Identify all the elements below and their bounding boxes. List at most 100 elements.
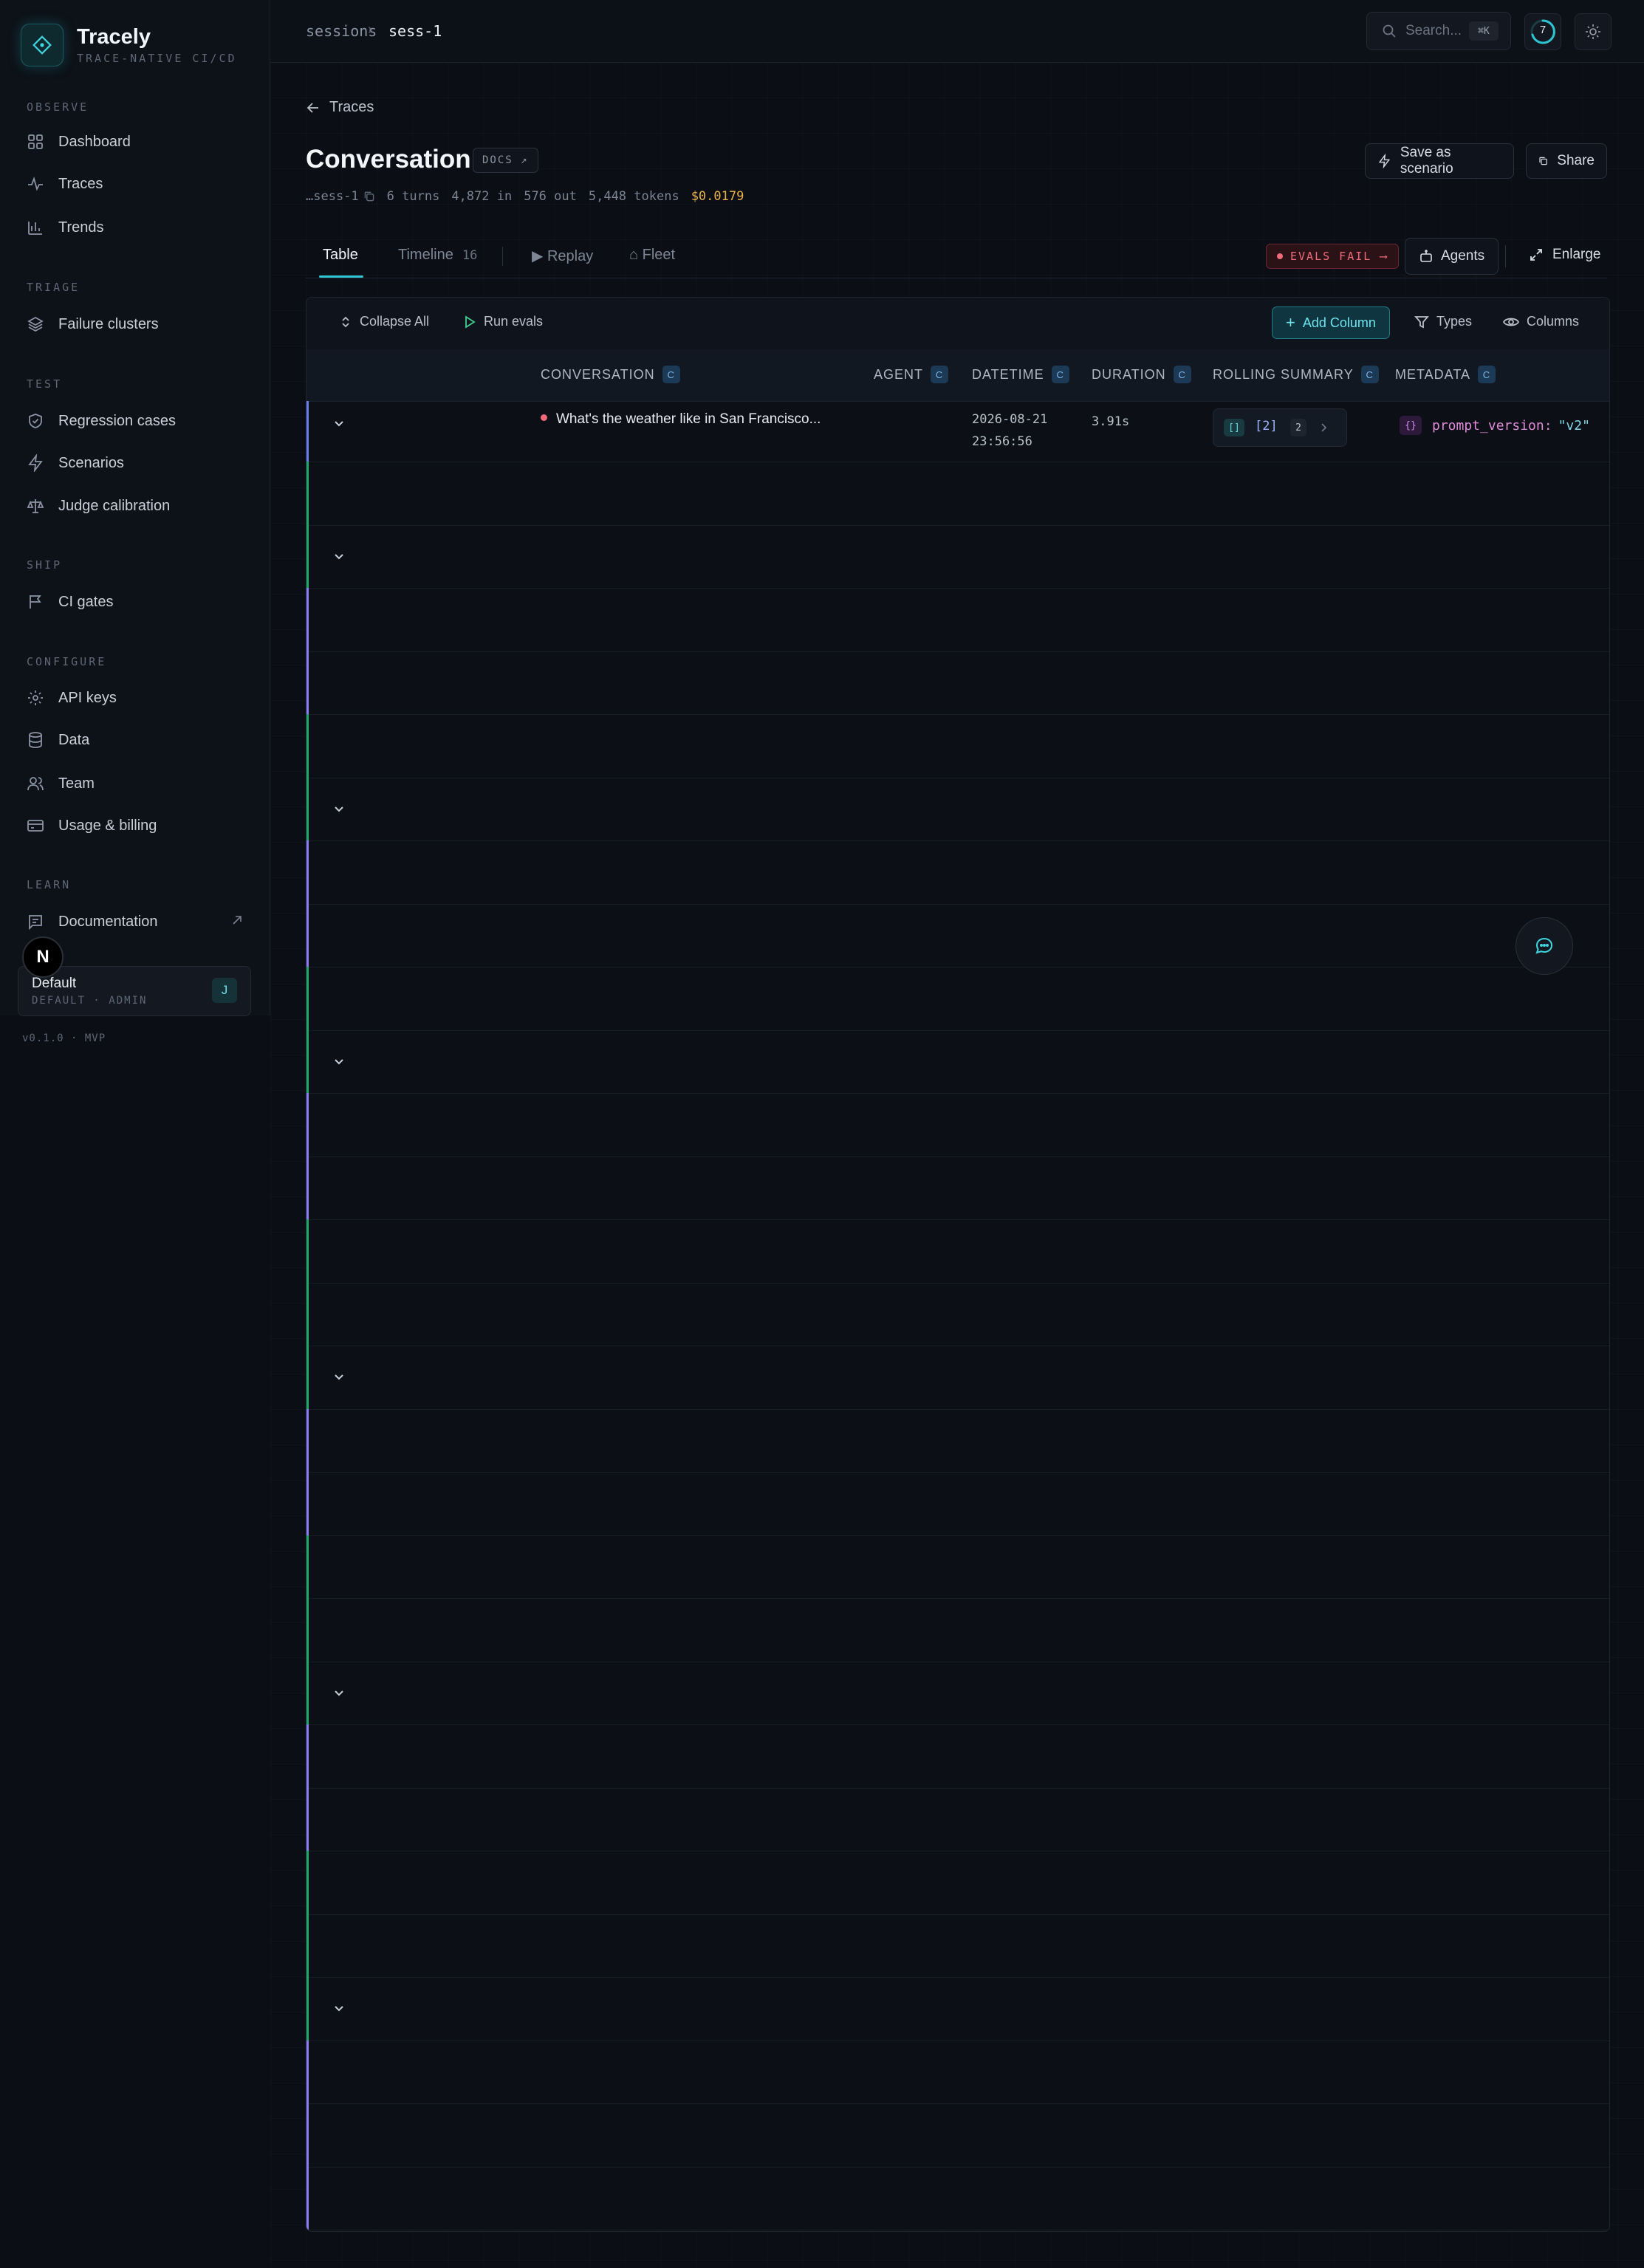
chevron-down-icon[interactable] xyxy=(332,1369,346,1384)
column-type-chip: C xyxy=(1173,366,1191,383)
table-row[interactable] xyxy=(306,462,1609,526)
enlarge-button[interactable]: Enlarge xyxy=(1529,247,1601,263)
chevron-down-icon[interactable] xyxy=(332,549,346,563)
back-to-traces-link[interactable]: Traces xyxy=(306,99,374,116)
chevron-down-icon[interactable] xyxy=(332,416,346,431)
layers-icon xyxy=(27,316,44,332)
column-label: AGENT xyxy=(874,366,924,382)
table-row[interactable] xyxy=(306,840,1609,905)
sidebar-item-label: Data xyxy=(58,731,90,748)
sidebar-item-label: Team xyxy=(58,775,95,792)
table-row[interactable] xyxy=(306,524,1609,589)
conversation-table-panel: Collapse All Run evals + Add Column Type… xyxy=(306,297,1610,2232)
chevrons-up-down-icon xyxy=(342,316,349,327)
breadcrumb-sessions[interactable]: sessions xyxy=(306,22,377,40)
sidebar-item-failure-clusters[interactable]: Failure clusters xyxy=(27,315,159,333)
share-button[interactable]: Share xyxy=(1526,143,1607,179)
table-row[interactable] xyxy=(306,1914,1609,1978)
chat-button[interactable] xyxy=(1515,917,1573,975)
table-row[interactable] xyxy=(306,1535,1609,1599)
table-row[interactable] xyxy=(306,1472,1609,1536)
table-row[interactable] xyxy=(306,588,1609,652)
table-row[interactable] xyxy=(306,1851,1609,1915)
sidebar-item-dashboard[interactable]: Dashboard xyxy=(27,133,131,151)
column-header-rolling-summary[interactable]: ROLLING SUMMARY C xyxy=(1213,366,1379,383)
sidebar-item-data[interactable]: Data xyxy=(27,731,89,749)
sidebar-item-judge-calibration[interactable]: Judge calibration xyxy=(27,497,170,515)
table-row[interactable] xyxy=(306,1029,1609,1094)
chevron-down-icon[interactable] xyxy=(332,801,346,816)
column-header-duration[interactable]: DURATION C xyxy=(1092,366,1191,383)
brand[interactable]: Tracely TRACE-NATIVE CI/CD xyxy=(21,24,237,66)
table-row[interactable] xyxy=(306,1346,1609,1410)
sidebar-item-documentation[interactable]: Documentation xyxy=(27,913,158,931)
theme-toggle-button[interactable] xyxy=(1575,13,1612,50)
table-row[interactable] xyxy=(306,903,1609,967)
chevron-down-icon[interactable] xyxy=(332,2001,346,2015)
save-as-scenario-button[interactable]: Save as scenario xyxy=(1365,143,1514,179)
table-row[interactable] xyxy=(306,2040,1609,2104)
sidebar-item-regression-cases[interactable]: Regression cases xyxy=(27,412,176,430)
row-role-stripe xyxy=(306,903,309,967)
column-header-datetime[interactable]: DATETIME C xyxy=(972,366,1069,383)
table-row[interactable] xyxy=(306,2103,1609,2168)
sidebar-item-scenarios[interactable]: Scenarios xyxy=(27,454,124,472)
evals-fail-badge[interactable]: EVALS FAIL ⟶ xyxy=(1266,244,1400,269)
run-evals-button[interactable]: Run evals xyxy=(463,314,543,329)
sidebar-item-ci-gates[interactable]: CI gates xyxy=(27,593,113,611)
collapse-all-button[interactable]: Collapse All xyxy=(339,314,429,329)
row-role-stripe xyxy=(306,2040,309,2103)
table-row[interactable] xyxy=(306,1787,1609,1851)
table-row[interactable] xyxy=(306,1219,1609,1284)
table-row[interactable] xyxy=(306,1093,1609,1157)
search-input[interactable]: Search... ⌘K xyxy=(1366,12,1511,50)
column-header-metadata[interactable]: METADATA C xyxy=(1395,366,1496,383)
table-row[interactable] xyxy=(306,1661,1609,1725)
column-header-agent[interactable]: AGENT C xyxy=(874,366,949,383)
table-row[interactable] xyxy=(306,1724,1609,1789)
add-column-button[interactable]: + Add Column xyxy=(1272,306,1390,339)
sidebar-item-usage-billing[interactable]: Usage & billing xyxy=(27,817,157,835)
table-row[interactable] xyxy=(306,967,1609,1031)
table-row[interactable] xyxy=(306,1282,1609,1346)
column-type-chip: C xyxy=(1478,366,1496,383)
fail-dot xyxy=(1277,253,1283,259)
nav-section-triage: TRIAGE xyxy=(27,281,81,294)
table-row[interactable] xyxy=(306,777,1609,841)
table-row[interactable] xyxy=(306,714,1609,778)
sidebar-item-api-keys[interactable]: API keys xyxy=(27,689,117,707)
status-dot xyxy=(541,414,547,422)
chevron-down-icon[interactable] xyxy=(332,1054,346,1069)
nav-section-learn: LEARN xyxy=(27,878,72,891)
external-link-icon[interactable] xyxy=(230,914,244,927)
table-row[interactable]: What's the weather like in San Francisco… xyxy=(306,401,1609,462)
workspace-role: DEFAULT · ADMIN xyxy=(32,995,148,1007)
table-row[interactable] xyxy=(306,2166,1609,2230)
column-label: METADATA xyxy=(1395,366,1470,382)
table-row[interactable] xyxy=(306,1408,1609,1473)
user-avatar[interactable]: N xyxy=(22,936,64,978)
agents-button[interactable]: Agents xyxy=(1405,238,1499,275)
sidebar-item-trends[interactable]: Trends xyxy=(27,219,104,236)
columns-button[interactable]: Columns xyxy=(1503,314,1579,329)
tab-table[interactable]: Table xyxy=(323,247,358,264)
tab-replay[interactable]: ▶ Replay xyxy=(532,247,593,265)
tab-timeline[interactable]: Timeline 16 xyxy=(398,247,477,264)
types-filter-button[interactable]: Types xyxy=(1414,314,1472,329)
progress-indicator-button[interactable]: 7 xyxy=(1524,13,1561,50)
table-row[interactable] xyxy=(306,651,1609,715)
chevron-down-icon[interactable] xyxy=(332,1685,346,1700)
app-version: v0.1.0 · MVP xyxy=(22,1032,106,1044)
zap-icon xyxy=(1378,154,1391,168)
docs-badge[interactable]: DOCS ↗ xyxy=(473,148,538,173)
copy-icon[interactable] xyxy=(363,191,375,202)
sidebar-item-traces[interactable]: Traces xyxy=(27,175,103,193)
table-row[interactable] xyxy=(306,1598,1609,1662)
table-row[interactable] xyxy=(306,1977,1609,2041)
tab-fleet[interactable]: ⌂ Fleet xyxy=(629,247,675,264)
sidebar-item-team[interactable]: Team xyxy=(27,775,95,792)
rolling-summary-chip[interactable]: [] [2] 2 xyxy=(1213,408,1347,447)
table-row[interactable] xyxy=(306,1156,1609,1220)
column-header-conversation[interactable]: CONVERSATION C xyxy=(541,366,680,383)
row-role-stripe xyxy=(306,1029,309,1093)
